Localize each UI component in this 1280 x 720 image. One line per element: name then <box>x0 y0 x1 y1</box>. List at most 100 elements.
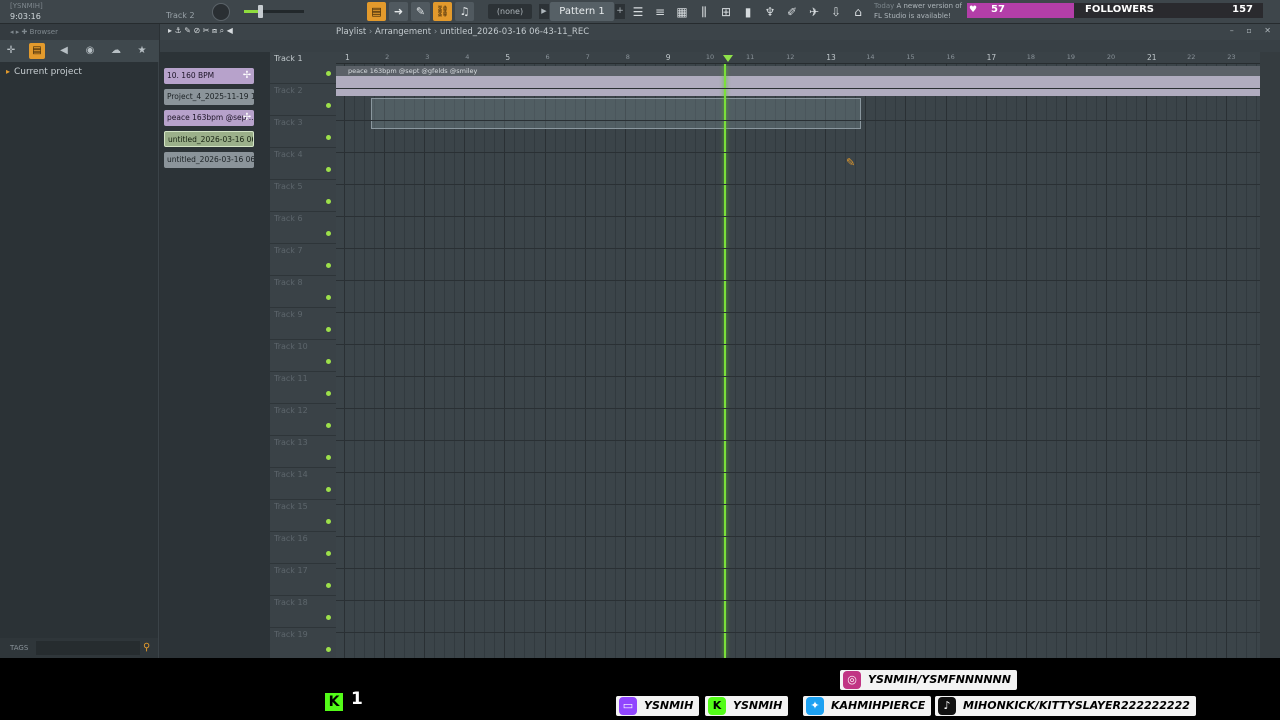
track-header[interactable]: Track 17 <box>270 564 336 596</box>
bar-number: 6 <box>545 53 550 61</box>
selection-region[interactable] <box>371 98 861 129</box>
track-header[interactable]: Track 12 <box>270 404 336 436</box>
clip-source-item[interactable]: Project_4_2025-11-19 1... <box>164 89 254 105</box>
store-icon[interactable]: ⌂ <box>849 3 867 21</box>
metronome-icon[interactable]: ♫ <box>455 2 474 21</box>
track-mute-led[interactable] <box>326 487 331 492</box>
track-header[interactable]: Track 15 <box>270 500 336 532</box>
track-mute-led[interactable] <box>326 359 331 364</box>
window-title: [YSNMIH] <box>10 2 43 10</box>
master-pitch-slider[interactable] <box>244 10 304 13</box>
track-header[interactable]: Track 4 <box>270 148 336 180</box>
kick-text: YSNMIH <box>733 699 783 712</box>
track-header[interactable]: Track 19 <box>270 628 336 660</box>
clip-add-icon[interactable]: ✢ <box>240 68 254 84</box>
track-mute-led[interactable] <box>326 103 331 108</box>
track-header[interactable]: Track 13 <box>270 436 336 468</box>
current-project-icon[interactable]: ▤ <box>29 43 45 59</box>
track-header[interactable]: Track 1 <box>270 52 336 84</box>
breadcrumb-arrangement[interactable]: Arrangement <box>375 27 431 37</box>
browser-nav-icon[interactable]: ◂ ▸ ✚ <box>10 28 30 36</box>
track-mute-led[interactable] <box>326 615 331 620</box>
track-header[interactable]: Track 16 <box>270 532 336 564</box>
track-lane-divider <box>336 536 1260 537</box>
channel-rack-icon[interactable]: ▦ <box>673 3 691 21</box>
pattern-selector[interactable]: Pattern 1 <box>550 2 614 21</box>
track-mute-led[interactable] <box>326 455 331 460</box>
clip-source-item[interactable]: untitled_2026-03-16 06-... <box>164 131 254 147</box>
track-header[interactable]: Track 7 <box>270 244 336 276</box>
download-icon[interactable]: ⇩ <box>827 3 845 21</box>
slider-thumb[interactable] <box>258 5 263 18</box>
pattern-add-button[interactable]: + <box>615 4 625 19</box>
track-header[interactable]: Track 8 <box>270 276 336 308</box>
tree-item-current-project[interactable]: ▸ Current project <box>6 67 82 77</box>
audio-clip[interactable]: peace 163bpm @sept @gfelds @smiley <box>336 66 1260 96</box>
star-icon[interactable]: ★ <box>134 43 150 59</box>
piano-roll-icon[interactable]: ≡ <box>651 3 669 21</box>
track-name: Track 15 <box>274 502 308 511</box>
bar-number: 8 <box>625 53 630 61</box>
search-icon[interactable]: ⚲ <box>143 641 156 654</box>
main-toolbar: [YSNMIH] 9:03:16 Track 2 ▤ ➜ ✎ ⛓ ♫ (none… <box>0 0 1280 24</box>
track-header[interactable]: Track 9 <box>270 308 336 340</box>
tags-search-input[interactable] <box>36 641 140 655</box>
track-mute-led[interactable] <box>326 199 331 204</box>
track-header[interactable]: Track 10 <box>270 340 336 372</box>
track-mute-led[interactable] <box>326 423 331 428</box>
snap-select[interactable]: (none) <box>488 4 532 19</box>
track-mute-led[interactable] <box>326 71 331 76</box>
cloud-icon[interactable]: ☁ <box>108 43 124 59</box>
track-header[interactable]: Track 2 <box>270 84 336 116</box>
track-mute-led[interactable] <box>326 263 331 268</box>
mixer-icon[interactable]: ⫼ <box>695 3 713 21</box>
track-header[interactable]: Track 18 <box>270 596 336 628</box>
track-mute-led[interactable] <box>326 231 331 236</box>
clip-source-item[interactable]: untitled_2026-03-16 06-... <box>164 152 254 168</box>
step-edit-button[interactable]: ➜ <box>389 2 408 21</box>
track-mute-led[interactable] <box>326 519 331 524</box>
track-name: Track 19 <box>274 630 308 639</box>
track-mute-led[interactable] <box>326 551 331 556</box>
browser-header: ◂ ▸ ✚ Browser <box>0 24 159 40</box>
plugin-picker-icon[interactable]: ♆ <box>761 3 779 21</box>
window-controls[interactable]: – ▫ ✕ <box>1230 26 1276 35</box>
track-lane-divider <box>336 568 1260 569</box>
track-mute-led[interactable] <box>326 135 331 140</box>
playlist-icon[interactable]: ☰ <box>629 3 647 21</box>
playlist-options-icon[interactable]: ▸ ⚓ ✎ ⊘ ✂ ⧈ ⌕ ◀ <box>168 26 233 36</box>
plugin-icon[interactable]: ◉ <box>82 43 98 59</box>
track-lane-divider <box>336 312 1260 313</box>
track-name: Track 1 <box>274 54 303 63</box>
track-mute-led[interactable] <box>326 647 331 652</box>
track-header[interactable]: Track 6 <box>270 212 336 244</box>
clip-add-icon[interactable]: ✢ <box>240 110 254 126</box>
playhead-marker[interactable] <box>723 55 733 62</box>
project-info-icon[interactable]: ✐ <box>783 3 801 21</box>
collapse-icon[interactable]: ✛ <box>3 43 19 59</box>
track-mute-led[interactable] <box>326 167 331 172</box>
draw-tool-button[interactable]: ✎ <box>411 2 430 21</box>
tempo-icon[interactable]: ✈ <box>805 3 823 21</box>
track-header[interactable]: Track 3 <box>270 116 336 148</box>
timeline-ruler[interactable]: 1 2 3 4 5 6 7 8 9 10 11 12 13 14 15 16 17 18 19 20 21 22 23 <box>336 52 1260 64</box>
plugin-database-icon[interactable]: ⊞ <box>717 3 735 21</box>
master-volume-knob[interactable] <box>212 3 230 21</box>
playlist-scrollbar[interactable] <box>1260 52 1280 658</box>
news-panel[interactable]: Today A newer version of FL Studio is av… <box>874 1 964 21</box>
browser-icon[interactable]: ▮ <box>739 3 757 21</box>
track-mute-led[interactable] <box>326 295 331 300</box>
pattern-prev-button[interactable]: ▶ <box>539 4 549 19</box>
track-mute-led[interactable] <box>326 583 331 588</box>
track-mute-led[interactable] <box>326 327 331 332</box>
track-header[interactable]: Track 5 <box>270 180 336 212</box>
track-mute-led[interactable] <box>326 391 331 396</box>
playlist-grid[interactable]: peace 163bpm @sept @gfelds @smiley ✎ <box>336 64 1260 658</box>
pattern-song-toggle[interactable]: ▤ <box>367 2 386 21</box>
track-header[interactable]: Track 11 <box>270 372 336 404</box>
speaker-icon[interactable]: ◀ <box>56 43 72 59</box>
link-icon[interactable]: ⛓ <box>433 2 452 21</box>
bar-number: 1 <box>345 53 350 62</box>
bar-number: 21 <box>1147 53 1157 62</box>
track-header[interactable]: Track 14 <box>270 468 336 500</box>
